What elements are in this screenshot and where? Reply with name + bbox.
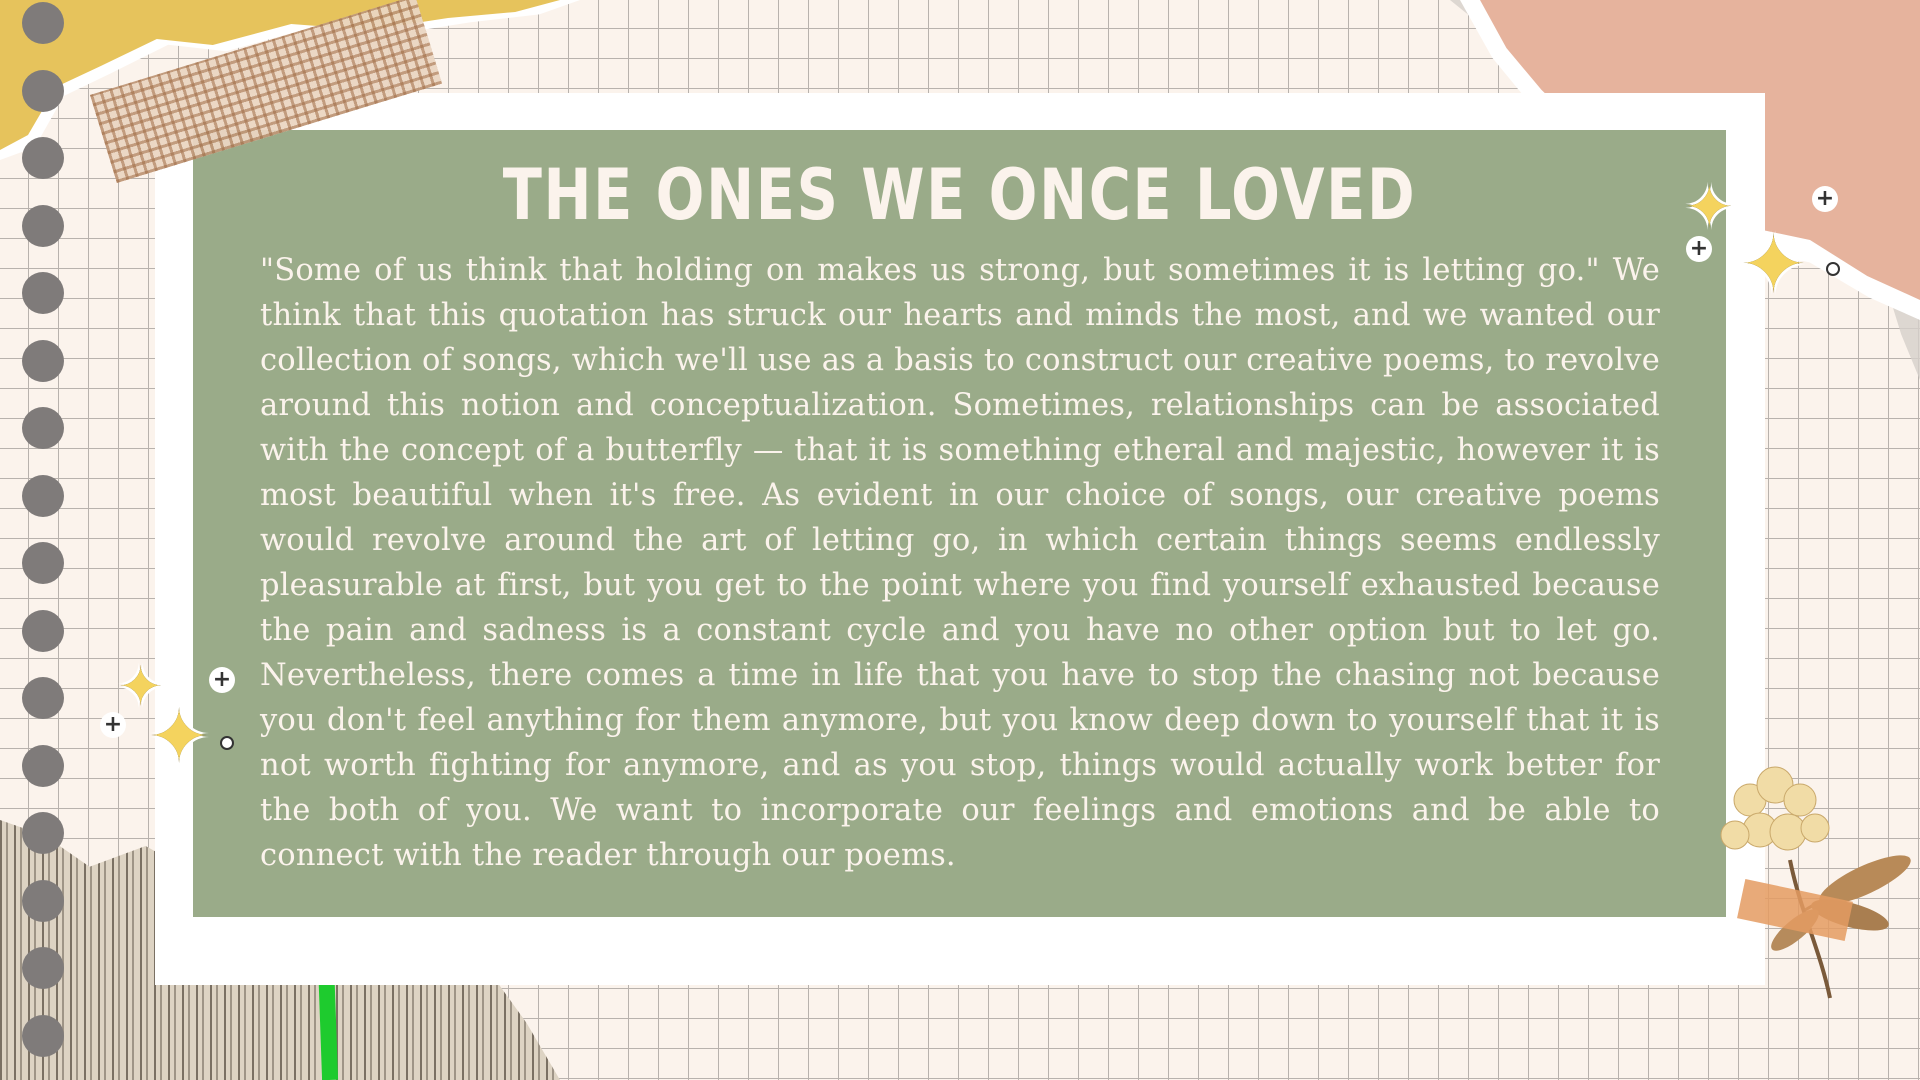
plus-sparkle-icon: + [100,712,126,738]
binder-hole-icon [22,475,64,517]
sparkle-star-icon: ✦ [148,694,211,780]
sparkle-dot-icon [220,736,234,750]
binder-hole-icon [22,1015,64,1057]
binder-hole-icon [22,407,64,449]
binder-hole-icon [22,340,64,382]
binder-hole-icon [22,272,64,314]
binder-hole-icon [22,947,64,989]
binder-holes [22,0,68,1080]
binder-hole-icon [22,70,64,112]
binder-hole-icon [22,812,64,854]
binder-hole-icon [22,880,64,922]
binder-hole-icon [22,542,64,584]
slide-body: "Some of us think that holding on makes … [260,253,1660,873]
plus-sparkle-icon: + [1686,236,1712,262]
binder-hole-icon [22,2,64,44]
plus-sparkle-icon: + [209,667,235,693]
binder-hole-icon [22,137,64,179]
slide-title: The Ones We Once Loved [502,154,1417,236]
sparkle-star-icon: ✦ [1685,173,1734,241]
binder-hole-icon [22,610,64,652]
plus-sparkle-icon: + [1812,186,1838,212]
sparkle-star-icon: ✦ [1740,218,1808,311]
sparkle-dot-icon [1826,262,1840,276]
binder-hole-icon [22,745,64,787]
flower-icon [1720,766,1911,999]
binder-hole-icon [22,677,64,719]
binder-hole-icon [22,205,64,247]
